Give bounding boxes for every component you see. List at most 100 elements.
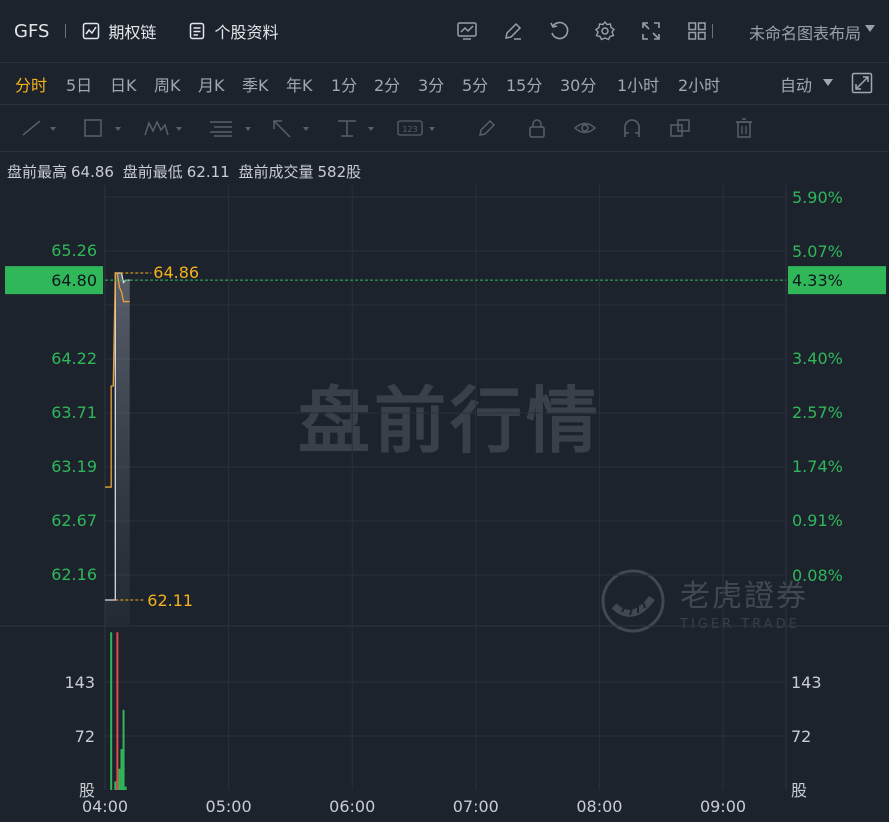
lock-tool[interactable]: [526, 117, 548, 139]
tiger-trade-logo: 老虎證券 TIGER TRADE: [600, 568, 808, 634]
document-icon: [190, 22, 205, 40]
price-axis-label: 65.26: [51, 241, 97, 260]
volume-bar: [114, 781, 117, 790]
logo-text-cn: 老虎證券: [680, 578, 808, 614]
tab-period-5d[interactable]: 5日: [66, 72, 92, 96]
draw-button[interactable]: [490, 16, 536, 46]
fib-tool[interactable]: [208, 117, 256, 139]
volume-axis-label-left: 143: [64, 673, 95, 692]
expand-button[interactable]: [851, 72, 873, 98]
tab-period-1h[interactable]: 1小时: [617, 72, 659, 96]
time-axis-label: 04:00: [82, 797, 128, 816]
options-chain-button[interactable]: 期权链: [82, 19, 156, 43]
scale-mode-selector[interactable]: 自动: [780, 72, 812, 96]
current-price-value: 64.80: [51, 271, 97, 290]
tab-period-week[interactable]: 周K: [154, 72, 181, 96]
grid-layout-button[interactable]: [674, 16, 720, 46]
number-label-icon: 123: [397, 120, 435, 136]
chart-tools: [444, 16, 720, 46]
chart-box-icon: [83, 22, 100, 40]
copy-tool[interactable]: [669, 117, 691, 139]
premarket-volume-label: 盘前成交量: [238, 163, 314, 181]
tiger-logo-icon: [601, 569, 665, 633]
volume-bar: [116, 632, 119, 790]
visibility-tool[interactable]: [573, 117, 597, 139]
price-axis-label: 62.16: [51, 565, 97, 584]
wave-tool-icon: [144, 120, 182, 136]
premarket-low-value: 62.11: [186, 163, 230, 181]
volume-axis-label-right: 143: [791, 673, 822, 692]
high-marker-label: 64.86: [153, 263, 199, 282]
current-percent-value: 4.33%: [792, 271, 843, 290]
options-chain-label: 期权链: [108, 23, 157, 42]
volume-bar: [110, 632, 113, 790]
price-axis-label: 63.19: [51, 457, 97, 476]
price-axis-label: 64.22: [51, 349, 97, 368]
brush-tool[interactable]: [476, 117, 498, 139]
indicator-button[interactable]: [444, 16, 490, 46]
magnet-icon: [624, 119, 640, 137]
fullscreen-button[interactable]: [628, 16, 674, 46]
tab-period-3m[interactable]: 3分: [418, 72, 444, 96]
number-tool[interactable]: 123: [396, 117, 440, 139]
refresh-icon: [550, 21, 569, 40]
tab-period-2h[interactable]: 2小时: [678, 72, 720, 96]
trash-icon: [736, 118, 752, 138]
percent-axis-label: 2.57%: [792, 403, 843, 422]
divider: [0, 151, 889, 152]
chevron-down-icon[interactable]: [865, 25, 875, 32]
text-tool-icon: [338, 120, 374, 137]
settings-button[interactable]: [582, 16, 628, 46]
rectangle-tool[interactable]: [82, 117, 126, 139]
copy-icon: [670, 119, 690, 137]
time-axis-label: 08:00: [576, 797, 622, 816]
low-marker-label: 62.11: [147, 591, 193, 610]
tab-period-year[interactable]: 年K: [286, 72, 313, 96]
svg-text:123: 123: [402, 125, 417, 134]
text-tool[interactable]: [335, 117, 379, 139]
current-percent-badge: [788, 266, 886, 295]
time-axis-label: 07:00: [453, 797, 499, 816]
tab-period-15m[interactable]: 15分: [506, 72, 542, 96]
delete-tool[interactable]: [733, 117, 755, 139]
tab-period-2m[interactable]: 2分: [374, 72, 400, 96]
price-area: [105, 273, 130, 625]
trend-line-tool[interactable]: [20, 117, 58, 139]
lock-icon: [529, 119, 545, 138]
wave-tool[interactable]: [143, 117, 187, 139]
chevron-down-icon[interactable]: [823, 79, 833, 86]
stock-profile-label: 个股资料: [214, 23, 279, 42]
current-price-badge: [5, 266, 103, 295]
tab-period-month[interactable]: 月K: [198, 72, 225, 96]
arrow-tool[interactable]: [270, 117, 314, 139]
time-axis-label: 09:00: [700, 797, 746, 816]
tab-period-quarter[interactable]: 季K: [242, 72, 269, 96]
volume-axis-label-right: 股: [791, 781, 807, 800]
eye-icon: [573, 122, 597, 134]
price-axis-label: 62.67: [51, 511, 97, 530]
reset-button[interactable]: [536, 16, 582, 46]
ticker-symbol[interactable]: GFS: [14, 21, 49, 42]
percent-axis-label: 3.40%: [792, 349, 843, 368]
brush-icon: [479, 119, 496, 136]
magnet-tool[interactable]: [621, 117, 643, 139]
stock-profile-button[interactable]: 个股资料: [188, 19, 278, 43]
price-axis-label: 63.71: [51, 403, 97, 422]
volume-bar: [120, 749, 123, 790]
price-line: [105, 272, 130, 601]
premarket-watermark: 盘前行情: [298, 379, 603, 463]
fibonacci-icon: [210, 121, 251, 137]
tab-period-day[interactable]: 日K: [110, 72, 137, 96]
premarket-volume-value: 582股: [317, 163, 362, 181]
layout-selector[interactable]: 未命名图表布局: [749, 20, 861, 44]
indicator-icon: [457, 22, 477, 40]
expand-icon: [851, 72, 873, 94]
tab-period-5m[interactable]: 5分: [462, 72, 488, 96]
logo-text-en: TIGER TRADE: [680, 616, 800, 632]
average-price-line: [105, 272, 130, 488]
tab-period-30m[interactable]: 30分: [560, 72, 596, 96]
rectangle-tool-icon: [84, 119, 121, 137]
tab-period-1m[interactable]: 1分: [331, 72, 357, 96]
premarket-low-label: 盘前最低: [122, 163, 183, 181]
tab-period-intraday[interactable]: 分时: [15, 72, 47, 96]
